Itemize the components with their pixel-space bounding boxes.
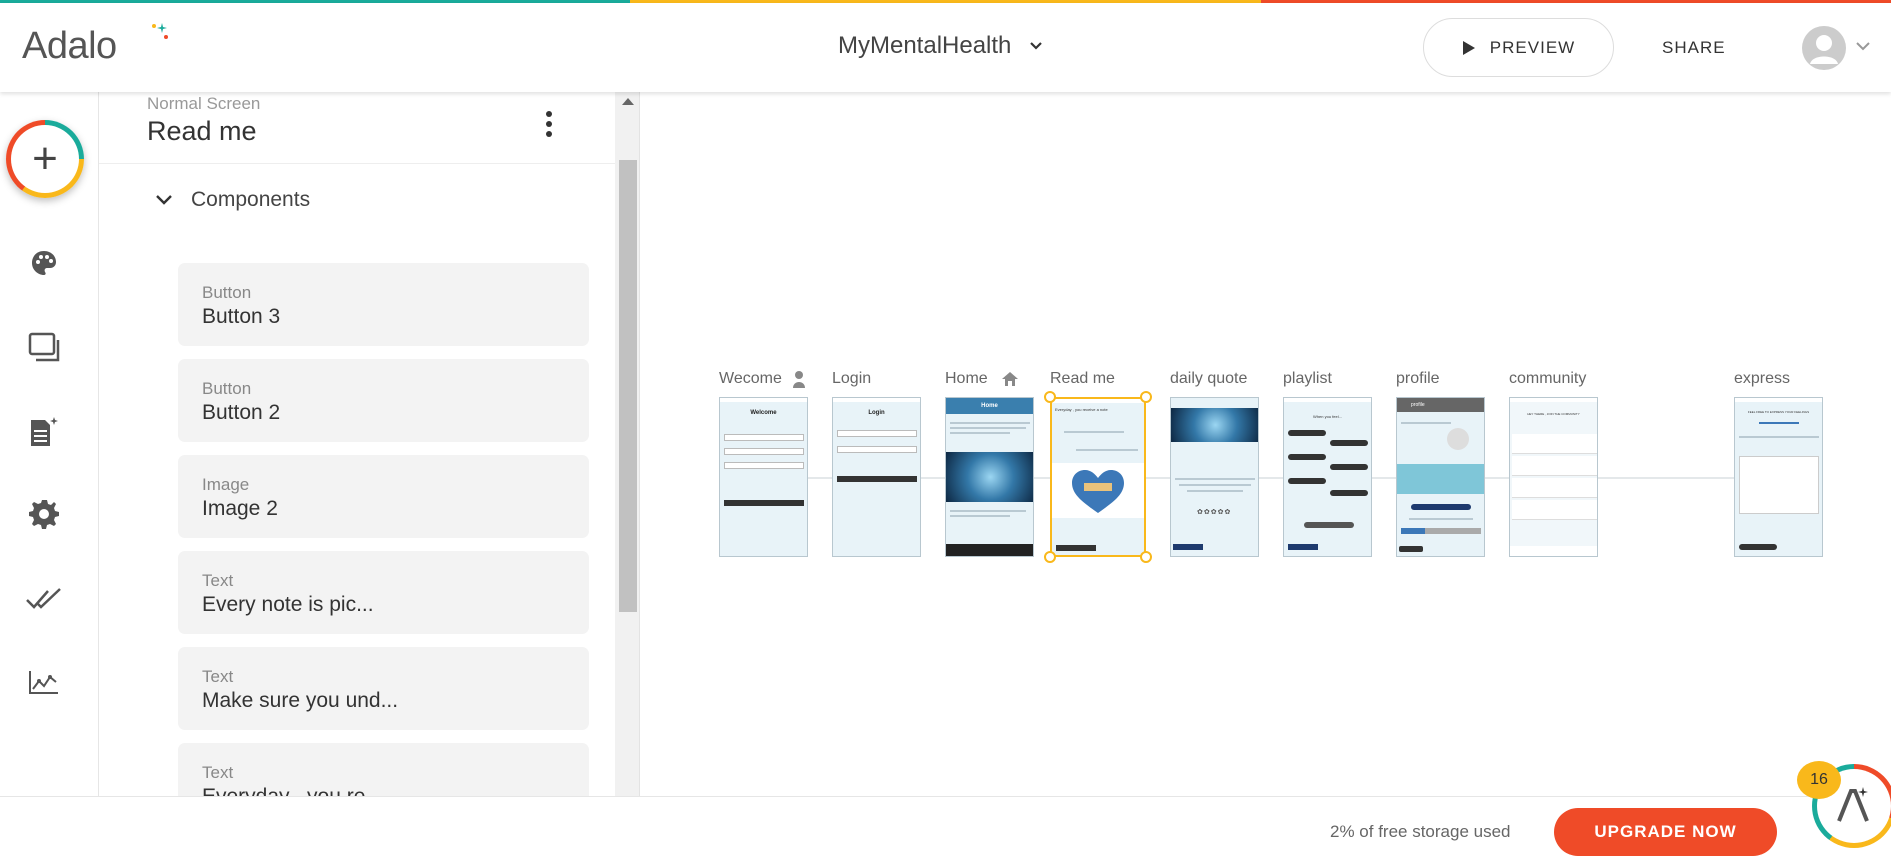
chevron-down-icon[interactable] [1855,40,1871,52]
selection-outline [1050,397,1146,557]
screen-thumbnail[interactable]: Home [945,397,1034,557]
thumbnail-title: When you feel... [1313,414,1342,419]
component-item[interactable]: Text Make sure you und... [178,647,589,730]
screen-label[interactable]: Read me [1050,370,1115,388]
add-component-button[interactable]: + [6,120,84,198]
thumbnail-title: Welcome [750,410,777,416]
component-item[interactable]: Image Image 2 [178,455,589,538]
component-name: Button 2 [202,401,281,424]
screens-canvas[interactable]: Wecome Welcome Login Login Home Home Rea… [640,92,1891,796]
preview-button[interactable]: PREVIEW [1423,18,1614,77]
panel-header: Normal Screen Read me [99,92,615,164]
upgrade-now-button[interactable]: UPGRADE NOW [1554,808,1777,856]
component-item[interactable]: Button Button 3 [178,263,589,346]
user-avatar[interactable] [1802,26,1846,70]
thumbnail-title: Login [868,410,885,416]
components-label: Components [191,188,311,211]
component-name: Make sure you und... [202,689,399,712]
panel-scrollbar[interactable] [615,92,639,796]
gear-icon[interactable] [26,496,62,532]
share-button[interactable]: SHARE [1662,38,1726,58]
thumbnail-title: FEEL FREE TO EXPRESS YOUR FEELINGS [1747,410,1810,414]
resize-handle[interactable] [1044,391,1056,403]
scroll-up-arrow-icon[interactable] [622,98,634,105]
preview-label: PREVIEW [1489,37,1576,57]
screen-thumbnail[interactable]: profile [1396,397,1485,557]
screen-name-title[interactable]: Read me [147,116,257,147]
analytics-icon[interactable] [26,664,62,700]
publish-check-icon[interactable] [26,581,62,617]
play-icon [1462,40,1475,55]
brain-image [946,452,1033,502]
palette-icon[interactable] [26,245,62,281]
plus-icon: + [11,125,79,193]
screen-properties-panel: Normal Screen Read me Components Button … [99,92,640,796]
screen-label[interactable]: Home [945,370,988,388]
thumbnail-title: profile [1397,398,1484,412]
component-type: Text [202,667,234,686]
resize-handle[interactable] [1044,551,1056,563]
user-icon [1810,35,1838,64]
screen-thumbnail[interactable]: ✿✿✿✿✿ [1170,397,1259,557]
screen-label[interactable]: Login [832,370,871,388]
components-section-toggle[interactable]: Components [155,188,310,212]
component-type: Button [202,283,252,302]
component-name: Every note is pic... [202,593,374,616]
scrollbar-thumb[interactable] [619,160,637,612]
database-icon[interactable] [26,413,62,449]
screen-thumbnail[interactable]: HEY THERE , JOIN THE COMMUNITY [1509,397,1598,557]
app-switcher[interactable]: MyMentalHealth [838,32,1043,60]
component-name: Everyday , you re... [202,785,383,796]
storage-usage-text: 2% of free storage used [1330,822,1511,841]
screen-label[interactable]: profile [1396,370,1440,388]
component-type: Button [202,379,252,398]
screen-thumbnail[interactable]: Welcome [719,397,808,557]
screen-label[interactable]: Wecome [719,370,782,388]
user-icon [793,371,805,388]
thumbnail-title: HEY THERE , JOIN THE COMMUNITY [1527,412,1580,416]
logo-sparkle-icon [152,23,168,39]
home-icon [1002,372,1018,386]
screen-label[interactable]: community [1509,370,1586,388]
component-type: Text [202,571,234,590]
screens-icon[interactable] [26,329,62,365]
top-header: Adalo MyMentalHealth PREVIEW SHARE [0,3,1891,92]
screen-type-label: Normal Screen [147,94,261,113]
screen-thumbnail[interactable]: Login [832,397,921,557]
component-item[interactable]: Button Button 2 [178,359,589,442]
component-name: Image 2 [202,497,278,520]
chevron-down-icon [1030,42,1043,50]
screen-thumbnail[interactable]: When you feel... [1283,397,1372,557]
screen-thumbnail[interactable]: FEEL FREE TO EXPRESS YOUR FEELINGS [1734,397,1823,557]
more-options-icon[interactable] [539,106,559,142]
adalo-logo[interactable]: Adalo [22,25,117,68]
app-name: MyMentalHealth [838,32,1012,59]
component-type: Image [202,475,250,494]
screen-label[interactable]: express [1734,370,1790,388]
chevron-down-icon [156,195,172,205]
resize-handle[interactable] [1140,551,1152,563]
footer-bar: 2% of free storage used UPGRADE NOW [0,796,1891,856]
component-item[interactable]: Text Every note is pic... [178,551,589,634]
component-name: Button 3 [202,305,281,328]
component-item[interactable]: Text Everyday , you re... [178,743,589,796]
resize-handle[interactable] [1140,391,1152,403]
screen-label[interactable]: playlist [1283,370,1332,388]
left-tool-rail: + [0,92,99,796]
notification-count-badge[interactable]: 16 [1797,761,1841,799]
screen-label[interactable]: daily quote [1170,370,1247,388]
brain-image [1171,408,1258,442]
rating-stars: ✿✿✿✿✿ [1197,509,1232,516]
thumbnail-title: Home [946,398,1033,414]
component-type: Text [202,763,234,782]
